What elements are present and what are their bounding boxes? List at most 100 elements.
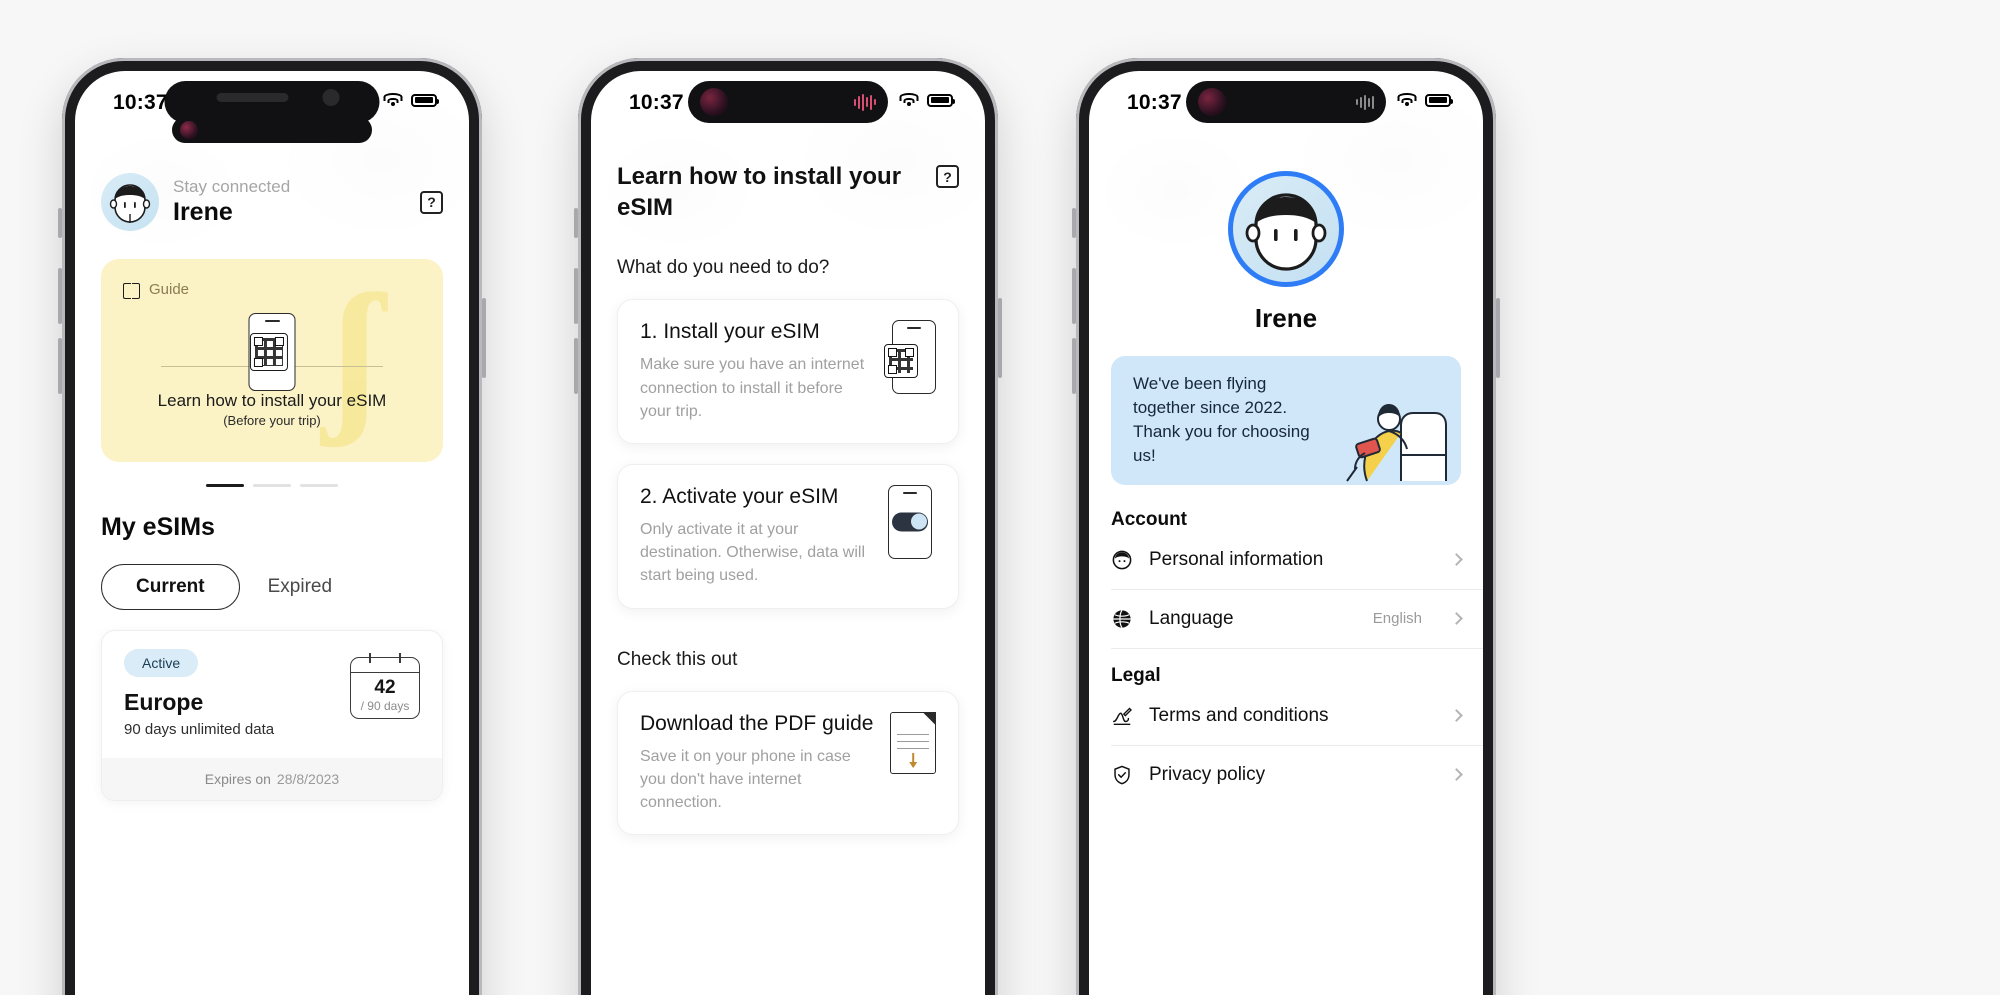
island-activity-icon bbox=[180, 121, 198, 139]
help-button[interactable]: ? bbox=[420, 190, 443, 214]
phone-home-screen: 10:37 Stay connected Irene ? ʃ Guide Lea… bbox=[75, 71, 469, 995]
battery-icon bbox=[411, 93, 439, 107]
status-clock: 10:37 bbox=[113, 91, 168, 114]
mute-switch[interactable] bbox=[1072, 208, 1076, 238]
volume-up-button[interactable] bbox=[574, 268, 578, 324]
status-bar: 10:37 bbox=[1089, 71, 1483, 135]
settings-row-value: English bbox=[1372, 610, 1422, 627]
island-waveform-icon bbox=[854, 93, 876, 111]
carousel-dots[interactable] bbox=[75, 484, 469, 487]
days-total: / 90 days bbox=[360, 699, 410, 713]
carousel-dot-1[interactable] bbox=[206, 484, 244, 487]
mute-switch[interactable] bbox=[58, 208, 62, 238]
group-title-legal: Legal bbox=[1111, 664, 1161, 686]
phone-profile-screen: 10:37 Irene We've been flying together s… bbox=[1089, 71, 1483, 995]
guide-tag-label: Guide bbox=[149, 281, 190, 298]
profile-name: Irene bbox=[1254, 303, 1318, 333]
power-button[interactable] bbox=[998, 298, 1002, 378]
phone-install-guide-screen: 10:37 Learn how to install your eSIM ? W… bbox=[591, 71, 985, 995]
step-heading: 2. Activate your eSIM bbox=[640, 484, 839, 508]
esim-card[interactable]: Active Europe 90 days unlimited data 42 … bbox=[101, 630, 443, 801]
mute-switch[interactable] bbox=[574, 208, 578, 238]
qr-phone-icon bbox=[249, 333, 288, 371]
avatar[interactable] bbox=[101, 173, 159, 231]
signature-icon bbox=[1113, 707, 1132, 725]
island-waveform-icon bbox=[1356, 93, 1374, 111]
status-badge: Active bbox=[124, 649, 199, 677]
person-icon bbox=[1112, 550, 1132, 569]
esim-plan: 90 days unlimited data bbox=[124, 721, 275, 738]
carousel-dot-3[interactable] bbox=[300, 484, 338, 487]
esim-tabs: Current Expired bbox=[101, 564, 469, 610]
tab-expired[interactable]: Expired bbox=[268, 565, 332, 609]
page-title: My eSIMs bbox=[101, 513, 215, 541]
volume-down-button[interactable] bbox=[1072, 338, 1076, 394]
guide-caption: Learn how to install your eSIM bbox=[157, 391, 387, 410]
pdf-heading: Download the PDF guide bbox=[640, 711, 874, 735]
loyalty-promo-card: We've been flying together since 2022. T… bbox=[1111, 356, 1461, 485]
avatar-icon bbox=[109, 184, 151, 224]
settings-row-language[interactable]: Language English bbox=[1111, 590, 1483, 649]
check-this-out-title: Check this out bbox=[617, 648, 738, 670]
profile-avatar-wrap[interactable] bbox=[1089, 171, 1483, 287]
promo-text: We've been flying together since 2022. T… bbox=[1133, 374, 1310, 466]
phone-install-guide: 10:37 Learn how to install your eSIM ? W… bbox=[574, 58, 1002, 995]
section-subtitle: What do you need to do? bbox=[617, 257, 830, 279]
help-button[interactable]: ? bbox=[936, 165, 959, 188]
esim-card-info: Active Europe 90 days unlimited data bbox=[124, 649, 350, 738]
status-indicators bbox=[899, 93, 955, 107]
status-bar: 10:37 bbox=[591, 71, 985, 135]
chevron-right-icon bbox=[1450, 553, 1463, 566]
group-title-account: Account bbox=[1111, 508, 1187, 530]
chevron-right-icon bbox=[1450, 709, 1463, 722]
globe-icon bbox=[1113, 609, 1131, 628]
status-indicators bbox=[1397, 93, 1453, 107]
avatar-icon bbox=[1245, 193, 1327, 271]
settings-row-terms-and-conditions[interactable]: Terms and conditions bbox=[1111, 687, 1483, 746]
profile-header[interactable]: Stay connected Irene ? bbox=[75, 163, 469, 231]
volume-down-button[interactable] bbox=[58, 338, 62, 394]
battery-icon bbox=[1425, 93, 1453, 107]
wifi-icon bbox=[899, 93, 918, 107]
step-card-install[interactable]: 1. Install your eSIM Make sure you have … bbox=[617, 299, 959, 444]
status-clock: 10:37 bbox=[629, 91, 684, 114]
volume-up-button[interactable] bbox=[58, 268, 62, 324]
dynamic-island[interactable] bbox=[688, 81, 888, 123]
pdf-guide-card[interactable]: Download the PDF guide Save it on your p… bbox=[617, 690, 959, 836]
island-activity-icon bbox=[1198, 88, 1226, 116]
settings-row-label: Language bbox=[1149, 607, 1234, 629]
greeting-label: Stay connected bbox=[173, 176, 291, 196]
settings-row-privacy-policy[interactable]: Privacy policy bbox=[1111, 746, 1483, 804]
volume-up-button[interactable] bbox=[1072, 268, 1076, 324]
esim-region: Europe bbox=[124, 689, 204, 715]
step-body: Make sure you have an internet connectio… bbox=[640, 356, 865, 420]
calendar-icon: 42 / 90 days bbox=[350, 653, 420, 719]
island-activity-icon bbox=[700, 88, 728, 116]
chevron-right-icon bbox=[1450, 768, 1463, 781]
guide-illustration bbox=[101, 303, 443, 395]
power-button[interactable] bbox=[1496, 298, 1500, 378]
expires-date: 28/8/2023 bbox=[276, 771, 340, 787]
power-button[interactable] bbox=[482, 298, 486, 378]
qr-phone-icon bbox=[884, 320, 936, 398]
toggle-phone-icon bbox=[884, 484, 936, 563]
screenshot-canvas: 10:37 Stay connected Irene ? ʃ Guide Lea… bbox=[0, 0, 2000, 995]
step-card-activate[interactable]: 2. Activate your eSIM Only activate it a… bbox=[617, 463, 959, 609]
esim-card-body: Active Europe 90 days unlimited data 42 … bbox=[102, 631, 442, 758]
pdf-download-icon bbox=[890, 711, 936, 774]
tab-current[interactable]: Current bbox=[101, 564, 240, 610]
step-heading: 1. Install your eSIM bbox=[640, 320, 820, 344]
step-body: Only activate it at your destination. Ot… bbox=[640, 520, 865, 585]
dynamic-island[interactable] bbox=[1186, 81, 1386, 123]
guide-banner[interactable]: ʃ Guide Learn how to install your eSIM (… bbox=[101, 259, 443, 462]
settings-row-personal-information[interactable]: Personal information bbox=[1111, 531, 1483, 590]
expires-label: Expires on bbox=[204, 771, 271, 787]
step-text: 2. Activate your eSIM Only activate it a… bbox=[640, 485, 870, 588]
profile-header-text: Stay connected Irene bbox=[173, 177, 420, 228]
step-text: 1. Install your eSIM Make sure you have … bbox=[640, 320, 870, 423]
island-overlay bbox=[172, 117, 372, 143]
esim-expiry: Expires on 28/8/2023 bbox=[102, 758, 442, 800]
volume-down-button[interactable] bbox=[574, 338, 578, 394]
avatar[interactable] bbox=[1228, 171, 1344, 287]
carousel-dot-2[interactable] bbox=[253, 484, 291, 487]
